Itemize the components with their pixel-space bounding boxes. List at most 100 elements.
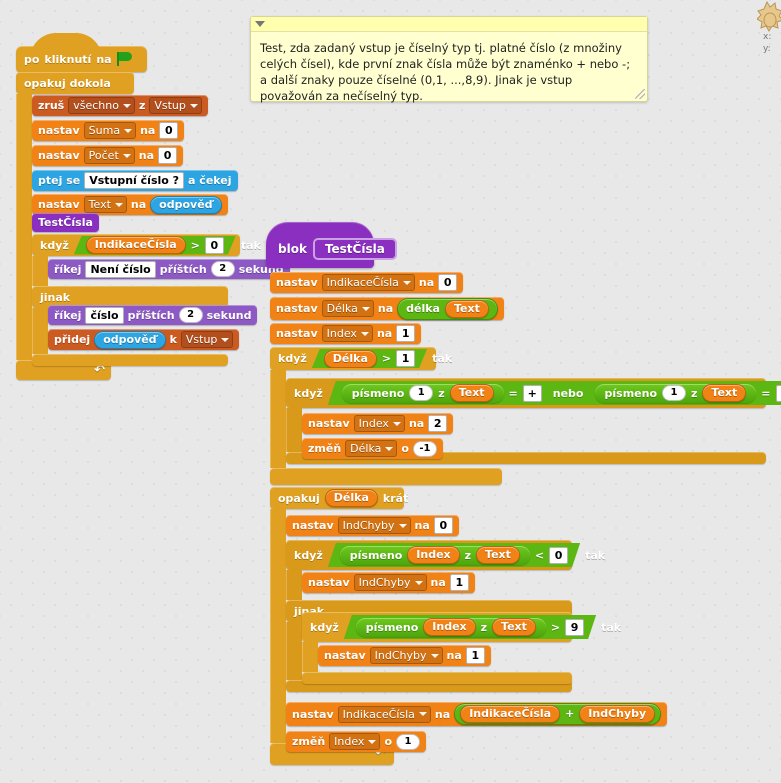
set-indikacecisla-dropdown[interactable]: IndikaceČísla [321,274,415,291]
text-reporter[interactable]: Text [702,384,746,402]
chevron-down-icon [368,739,377,744]
set-indchyby-1-then-dropdown[interactable]: IndChyby [353,574,427,591]
ask-question-input[interactable]: Vstupní číslo ? [84,172,185,189]
or-condition-group[interactable]: písmeno 1 z Text = + nebo písmeno 1 z Te… [328,381,781,405]
set-indikacecisla-block[interactable]: nastav IndikaceČísla na 0 [270,272,464,293]
set-index-dropdown[interactable]: Index [321,325,373,342]
set-label: nastav [38,149,80,162]
define-testcisla-hat[interactable]: blok TestČísla [266,222,397,268]
text-reporter[interactable]: Text [450,384,494,402]
hat-when-flag-clicked[interactable]: po kliknutí na [16,33,147,72]
delete-list-dropdown[interactable]: Vstup [149,97,202,114]
collapse-triangle-icon[interactable] [255,21,265,27]
change-delka-input[interactable]: -1 [412,440,437,457]
set-indchyby-1-then-input[interactable]: 1 [449,574,469,591]
if-gt9-value[interactable]: 9 [565,619,584,636]
if-lt0-value[interactable]: 0 [549,547,568,564]
change-delka-dropdown[interactable]: Délka [345,440,398,457]
repeat-header: opakuj Délka krát [270,487,413,509]
comment-resize-grip[interactable] [635,89,645,99]
ask-and-wait-block[interactable]: ptej se Vstupní číslo ? a čekej [32,170,238,191]
set-indchyby-0-dropdown[interactable]: IndChyby [337,517,411,534]
indikacecisla-reporter[interactable]: IndikaceČísla [86,236,186,254]
set-variable-text-block[interactable]: nastav Text na odpověď [32,194,228,215]
indikacecisla-reporter[interactable]: IndikaceČísla [460,705,561,723]
set-pocet-variable-dropdown[interactable]: Počet [83,147,135,164]
if-main-condition-value[interactable]: 0 [205,237,224,254]
answer-reporter[interactable]: odpověď [150,195,222,214]
say-for-secs-block-1[interactable]: říkej Není číslo příštích 2 sekund [48,259,290,279]
text-reporter[interactable]: Text [476,546,520,564]
equals-value-right[interactable]: - [776,385,781,402]
of-label: z [464,548,472,562]
set-indchyby-1-then-block[interactable]: nastav IndChyby na 1 [302,572,475,593]
addition-operator-block[interactable]: IndikaceČísla + IndChyby [454,703,662,725]
set-indchyby-1-nested-dropdown[interactable]: IndChyby [369,647,443,664]
set-indikacecisla-sum-block[interactable]: nastav IndikaceČísla na IndikaceČísla + … [286,702,668,726]
set-indchyby-1-nested-input[interactable]: 1 [465,647,485,664]
if-lt0-condition[interactable]: písmeno Index z Text < 0 [328,543,580,567]
set-delka-dropdown[interactable]: Délka [321,300,374,317]
letter-of-reporter-lt0[interactable]: písmeno Index z Text [340,546,530,565]
set-delka-block[interactable]: nastav Délka na délka Text [270,297,504,320]
add-list-dropdown[interactable]: Vstup [180,331,234,348]
set-indchyby-0-input[interactable]: 0 [433,517,453,534]
if-delka-condition-value[interactable]: 1 [396,350,415,367]
set-suma-variable-dropdown[interactable]: Suma [83,122,137,139]
set-indchyby-0-block[interactable]: nastav IndChyby na 0 [286,515,459,536]
if-main-spine-else [32,308,48,354]
say-for-secs-block-2[interactable]: říkej číslo příštích 2 sekund [48,305,258,325]
set-index-2-dropdown[interactable]: Index [353,415,405,432]
or-operator-block[interactable]: písmeno 1 z Text = + nebo písmeno 1 z Te… [328,381,781,405]
comment-header[interactable] [251,17,647,32]
set-indchyby-1-nested-block[interactable]: nastav IndChyby na 1 [318,645,491,666]
comment-box[interactable]: Test, zda zadaný vstup je číselný typ tj… [250,16,648,103]
text-reporter[interactable]: Text [444,299,489,318]
say-text-input-1[interactable]: Není číslo [85,260,156,278]
set-variable-pocet-block[interactable]: nastav Počet na 0 [32,145,184,166]
set-index-2-block[interactable]: nastav Index na 2 [302,413,454,434]
change-index-dropdown[interactable]: Index [329,733,381,750]
equals-value-left[interactable]: + [523,385,542,402]
answer-reporter[interactable]: odpověď [94,330,166,349]
set-pocet-value-input[interactable]: 0 [158,147,178,164]
delka-reporter[interactable]: Délka [324,350,377,368]
say-seconds-input-2[interactable]: 2 [178,307,203,323]
add-to-list-block[interactable]: přidej odpověď k Vstup [48,329,240,350]
set-index-2-input[interactable]: 2 [428,415,448,432]
change-index-block[interactable]: změň Index o 1 [286,731,427,752]
forever-label-row: opakuj dokola [16,72,116,94]
delka-reporter[interactable]: Délka [324,489,378,507]
change-delka-block[interactable]: změň Délka o -1 [302,438,443,459]
call-testcisla-block[interactable]: TestČísla [32,213,99,232]
set-index-input[interactable]: 1 [396,325,416,342]
delete-index-dropdown[interactable]: všechno [68,97,135,114]
set-variable-suma-block[interactable]: nastav Suma na 0 [32,120,185,141]
change-index-input[interactable]: 1 [396,733,421,750]
index-reporter[interactable]: Index [423,618,475,636]
set-suma-value-input[interactable]: 0 [159,122,179,139]
set-indikacecisla-input[interactable]: 0 [438,274,458,291]
text-reporter[interactable]: Text [492,618,536,636]
indchyby-reporter[interactable]: IndChyby [579,705,656,723]
index-reporter[interactable]: Index [407,546,459,564]
set-pocet-variable-value: Počet [88,149,119,162]
scripts-canvas[interactable]: x: y: Test, zda zadaný vstup je číselný … [0,0,781,783]
letter-index-input-right[interactable]: 1 [662,385,686,401]
set-index-block[interactable]: nastav Index na 1 [270,323,422,344]
set-indikacecisla-sum-dropdown[interactable]: IndikaceČísla [337,705,431,723]
length-of-reporter[interactable]: délka Text [397,297,498,320]
equals-condition-left[interactable]: písmeno 1 z Text [342,384,504,403]
letter-index-input-left[interactable]: 1 [409,385,433,401]
if-gt9-condition[interactable]: písmeno Index z Text > 9 [344,615,596,639]
letter-of-reporter-gt9[interactable]: písmeno Index z Text [356,618,546,637]
of-label: z [438,386,445,400]
if-delka-condition[interactable]: Délka > 1 [312,349,427,368]
say-text-input-2[interactable]: číslo [85,306,124,324]
define-prototype-block[interactable]: TestČísla [312,238,397,260]
set-text-variable-dropdown[interactable]: Text [83,196,127,213]
delete-from-list-block[interactable]: zruš všechno z Vstup [32,95,208,116]
equals-condition-right[interactable]: písmeno 1 z Text [595,384,757,403]
say-seconds-input-1[interactable]: 2 [210,261,235,277]
if-main-condition[interactable]: IndikaceČísla > 0 [74,236,236,255]
